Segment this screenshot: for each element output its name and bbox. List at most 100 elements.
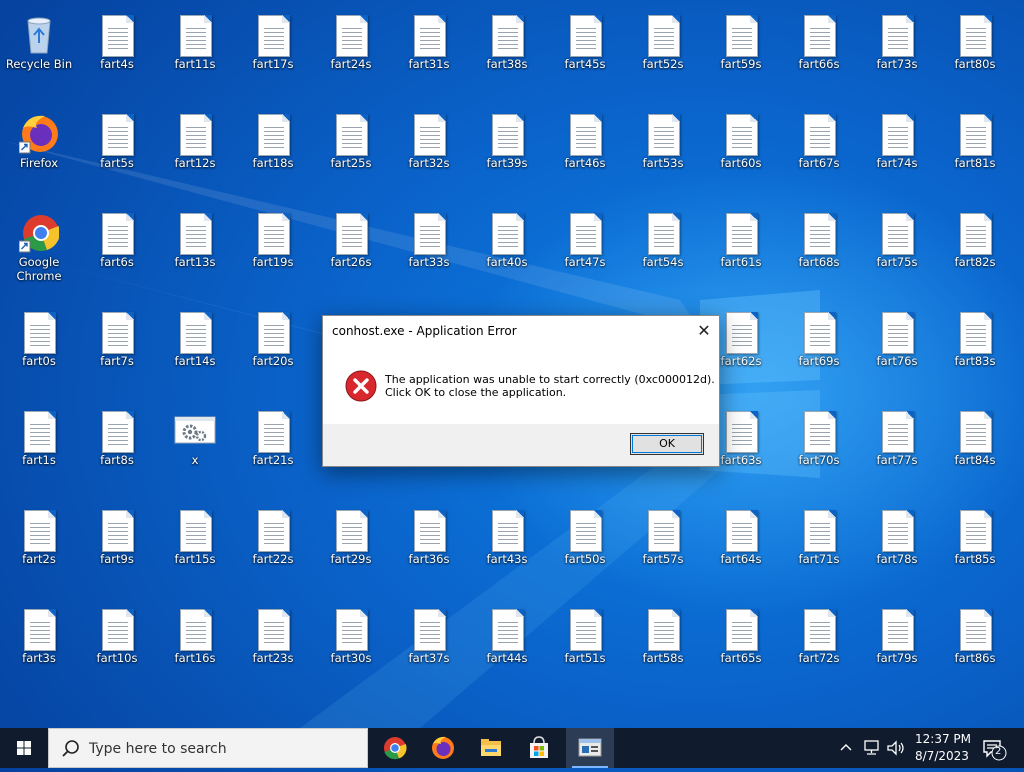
ok-button[interactable]: OK [630, 433, 704, 455]
file-icon[interactable]: fart50s [546, 500, 624, 596]
file-icon[interactable]: fart46s [546, 104, 624, 200]
start-button[interactable] [0, 728, 48, 768]
dialog-titlebar[interactable]: conhost.exe - Application Error ✕ [323, 316, 719, 346]
file-icon[interactable]: fart66s [780, 5, 858, 101]
chrome-icon[interactable]: Google Chrome [0, 203, 78, 299]
file-icon[interactable]: fart84s [936, 401, 1014, 497]
file-icon[interactable]: fart81s [936, 104, 1014, 200]
file-icon[interactable]: fart3s [0, 599, 78, 695]
file-icon[interactable]: fart4s [78, 5, 156, 101]
notification-center-button[interactable]: 2 [980, 736, 1010, 762]
file-icon[interactable]: fart44s [468, 599, 546, 695]
icon-label: fart19s [252, 255, 294, 269]
taskbar-chrome-button[interactable] [371, 728, 419, 768]
file-icon[interactable]: fart17s [234, 5, 312, 101]
file-icon[interactable]: fart13s [156, 203, 234, 299]
file-icon[interactable]: fart71s [780, 500, 858, 596]
file-icon[interactable]: fart31s [390, 5, 468, 101]
chevron-up-icon[interactable] [838, 740, 854, 756]
file-icon[interactable]: fart75s [858, 203, 936, 299]
file-icon[interactable]: fart68s [780, 203, 858, 299]
file-icon[interactable]: fart76s [858, 302, 936, 398]
file-icon[interactable]: fart14s [156, 302, 234, 398]
file-icon[interactable]: fart70s [780, 401, 858, 497]
file-icon[interactable]: fart65s [702, 599, 780, 695]
file-icon[interactable]: fart24s [312, 5, 390, 101]
file-icon[interactable]: fart78s [858, 500, 936, 596]
file-icon[interactable]: fart33s [390, 203, 468, 299]
document-icon [799, 508, 839, 552]
file-icon[interactable]: fart67s [780, 104, 858, 200]
file-icon[interactable]: fart19s [234, 203, 312, 299]
file-icon[interactable]: fart7s [78, 302, 156, 398]
file-icon[interactable]: fart82s [936, 203, 1014, 299]
file-icon[interactable]: fart15s [156, 500, 234, 596]
firefox-icon[interactable]: Firefox [0, 104, 78, 200]
file-icon[interactable]: fart53s [624, 104, 702, 200]
file-icon[interactable]: fart8s [78, 401, 156, 497]
file-icon[interactable]: fart10s [78, 599, 156, 695]
file-icon[interactable]: fart61s [702, 203, 780, 299]
file-icon[interactable]: fart69s [780, 302, 858, 398]
clock-time[interactable]: 12:37 PM [915, 732, 971, 746]
file-icon[interactable]: fart5s [78, 104, 156, 200]
file-icon[interactable]: fart54s [624, 203, 702, 299]
file-icon[interactable]: fart80s [936, 5, 1014, 101]
file-icon[interactable]: fart43s [468, 500, 546, 596]
taskbar-file-explorer-button[interactable] [467, 728, 515, 768]
file-icon[interactable]: fart26s [312, 203, 390, 299]
file-icon[interactable]: fart32s [390, 104, 468, 200]
document-icon [19, 607, 59, 651]
file-icon[interactable]: fart37s [390, 599, 468, 695]
file-icon[interactable]: fart47s [546, 203, 624, 299]
file-icon[interactable]: fart79s [858, 599, 936, 695]
settings-file-icon[interactable]: x [156, 401, 234, 497]
file-icon[interactable]: fart73s [858, 5, 936, 101]
file-icon[interactable]: fart16s [156, 599, 234, 695]
file-icon[interactable]: fart59s [702, 5, 780, 101]
file-icon[interactable]: fart72s [780, 599, 858, 695]
file-icon[interactable]: fart86s [936, 599, 1014, 695]
file-icon[interactable]: fart11s [156, 5, 234, 101]
close-icon[interactable]: ✕ [689, 316, 719, 346]
file-icon[interactable]: fart64s [702, 500, 780, 596]
file-icon[interactable]: fart20s [234, 302, 312, 398]
file-icon[interactable]: fart51s [546, 599, 624, 695]
file-icon[interactable]: fart25s [312, 104, 390, 200]
file-icon[interactable]: fart45s [546, 5, 624, 101]
clock-date[interactable]: 8/7/2023 [915, 749, 969, 763]
file-icon[interactable]: fart0s [0, 302, 78, 398]
file-icon[interactable]: fart85s [936, 500, 1014, 596]
file-icon[interactable]: fart74s [858, 104, 936, 200]
file-icon[interactable]: fart29s [312, 500, 390, 596]
file-icon[interactable]: fart21s [234, 401, 312, 497]
file-icon[interactable]: fart77s [858, 401, 936, 497]
file-icon[interactable]: fart39s [468, 104, 546, 200]
file-icon[interactable]: fart23s [234, 599, 312, 695]
search-box[interactable]: Type here to search [48, 728, 368, 768]
file-icon[interactable]: fart40s [468, 203, 546, 299]
file-icon[interactable]: fart18s [234, 104, 312, 200]
dialog-message-line: The application was unable to start corr… [385, 373, 715, 386]
taskbar-firefox-button[interactable] [419, 728, 467, 768]
file-icon[interactable]: fart57s [624, 500, 702, 596]
file-icon[interactable]: fart6s [78, 203, 156, 299]
taskbar-store-button[interactable] [515, 728, 563, 768]
file-icon[interactable]: fart83s [936, 302, 1014, 398]
file-icon[interactable]: fart38s [468, 5, 546, 101]
file-icon[interactable]: fart52s [624, 5, 702, 101]
file-icon[interactable]: fart2s [0, 500, 78, 596]
network-icon[interactable] [862, 739, 882, 757]
taskbar-conhost-button[interactable] [566, 728, 614, 768]
file-icon[interactable]: fart12s [156, 104, 234, 200]
recycle-bin-icon[interactable]: Recycle Bin [0, 5, 78, 101]
file-icon[interactable]: fart1s [0, 401, 78, 497]
icon-label: fart30s [330, 651, 372, 665]
speaker-icon[interactable] [886, 739, 906, 757]
file-icon[interactable]: fart60s [702, 104, 780, 200]
file-icon[interactable]: fart9s [78, 500, 156, 596]
file-icon[interactable]: fart36s [390, 500, 468, 596]
file-icon[interactable]: fart30s [312, 599, 390, 695]
file-icon[interactable]: fart58s [624, 599, 702, 695]
file-icon[interactable]: fart22s [234, 500, 312, 596]
